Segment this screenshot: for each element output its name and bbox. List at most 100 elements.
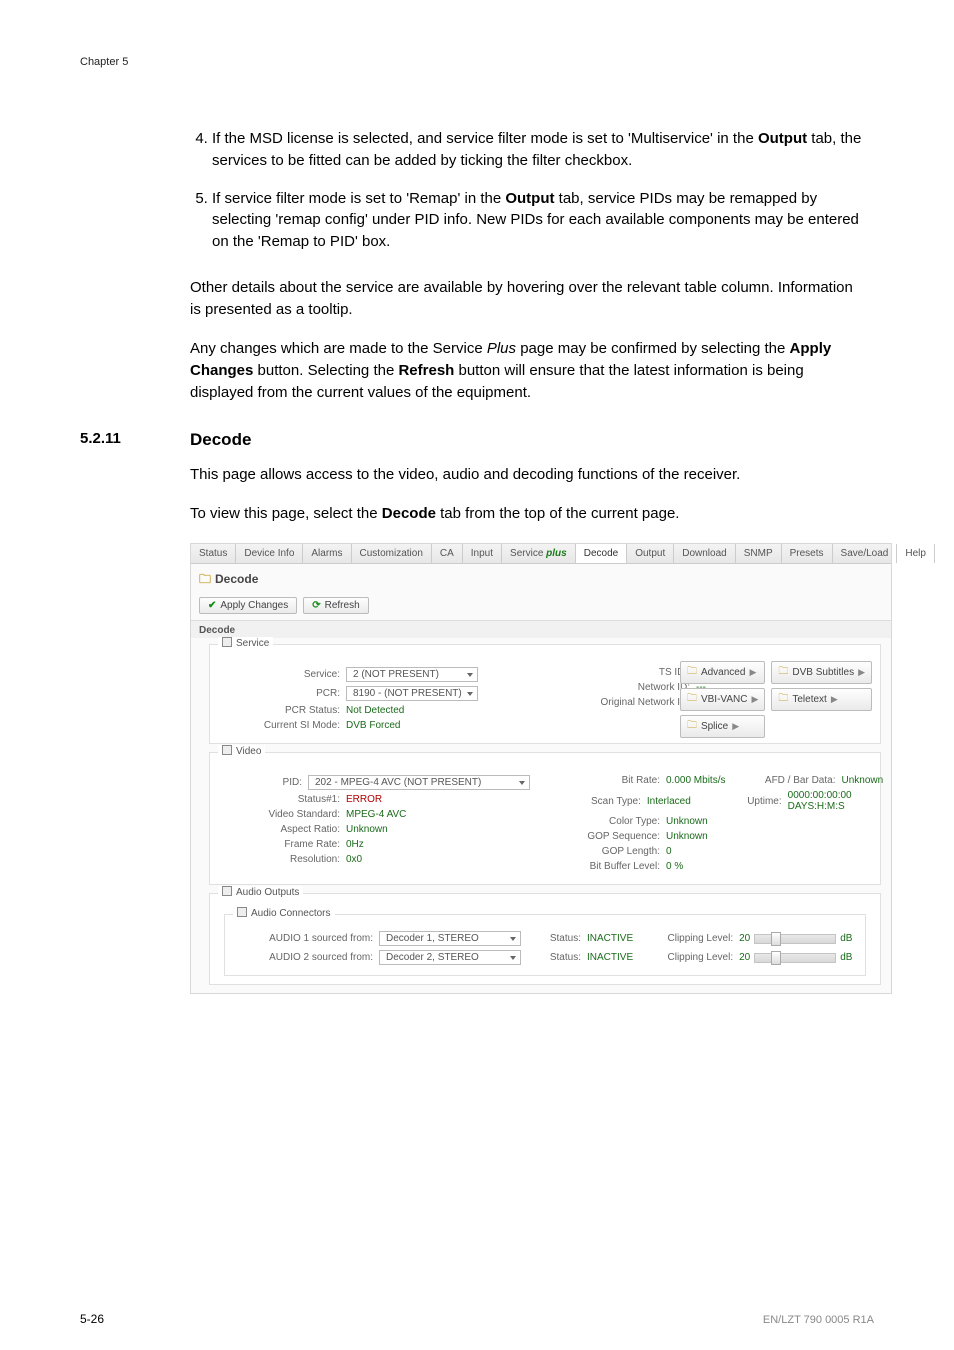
- chevron-right-icon: ▶: [751, 694, 758, 705]
- splice-button[interactable]: 🗀Splice ▶: [680, 715, 765, 738]
- service-select[interactable]: 2 (NOT PRESENT): [346, 667, 478, 682]
- label: AUDIO 1 sourced from:: [233, 933, 379, 944]
- label: Current SI Mode:: [220, 720, 346, 731]
- paragraph: Any changes which are made to the Servic…: [190, 338, 866, 403]
- panel-title: 🗀 Decode: [191, 564, 891, 593]
- label: DVB Subtitles: [792, 667, 854, 678]
- legend: Audio Connectors: [233, 907, 335, 919]
- folder-icon: 🗀: [687, 691, 697, 708]
- list-item: If service filter mode is set to 'Remap'…: [212, 188, 866, 253]
- box-icon: [237, 907, 247, 917]
- text: Audio Outputs: [236, 887, 299, 898]
- bold-decode: Decode: [382, 505, 436, 522]
- refresh-button[interactable]: ⟳ Refresh: [303, 597, 368, 614]
- box-icon: [222, 637, 232, 647]
- label: Status:: [521, 933, 587, 944]
- tab-service-plus[interactable]: Service plus: [502, 544, 576, 563]
- value: Unknown: [346, 824, 388, 835]
- unit: dB: [840, 933, 852, 944]
- text: Any changes which are made to the Servic…: [190, 340, 487, 357]
- bold-output: Output: [758, 130, 807, 147]
- tab-help[interactable]: Help: [897, 544, 935, 563]
- label: PID:: [220, 777, 308, 788]
- label: Aspect Ratio:: [220, 824, 346, 835]
- label: Status#1:: [220, 794, 346, 805]
- clipping-slider[interactable]: [754, 934, 836, 944]
- label: GOP Sequence:: [550, 831, 666, 842]
- label: Teletext: [792, 694, 826, 705]
- chevron-right-icon: ▶: [749, 667, 756, 678]
- label: AFD / Bar Data:: [725, 775, 841, 786]
- folder-icon: 🗀: [687, 664, 697, 681]
- bold-output: Output: [505, 190, 554, 207]
- tab-ca[interactable]: CA: [432, 544, 463, 563]
- tab-customization[interactable]: Customization: [352, 544, 432, 563]
- tab-snmp[interactable]: SNMP: [736, 544, 782, 563]
- label: Network ID:: [550, 682, 696, 693]
- value: 0x0: [346, 854, 362, 865]
- bold-refresh: Refresh: [398, 362, 454, 379]
- audio2-source-select[interactable]: Decoder 2, STEREO: [379, 950, 521, 965]
- label: Bit Buffer Level:: [550, 861, 666, 872]
- section-number: 5.2.11: [80, 430, 190, 450]
- value: 20: [739, 933, 750, 944]
- tab-presets[interactable]: Presets: [782, 544, 833, 563]
- folder-icon: 🗀: [199, 572, 211, 586]
- value: 20: [739, 952, 750, 963]
- text: Service: [236, 638, 269, 649]
- label: Status:: [521, 952, 587, 963]
- label: Frame Rate:: [220, 839, 346, 850]
- label: Uptime:: [691, 796, 788, 807]
- folder-icon: 🗀: [687, 718, 697, 735]
- pcr-select[interactable]: 8190 - (NOT PRESENT): [346, 686, 478, 701]
- value: Unknown: [841, 775, 883, 786]
- teletext-button[interactable]: 🗀Teletext ▶: [771, 688, 872, 711]
- tab-output[interactable]: Output: [627, 544, 674, 563]
- refresh-icon: ⟳: [312, 600, 320, 611]
- tab-status[interactable]: Status: [191, 544, 236, 563]
- tab-alarms[interactable]: Alarms: [303, 544, 351, 563]
- label: Original Network ID:: [550, 697, 696, 708]
- value: 0.000 Mbits/s: [666, 775, 725, 786]
- label: Video Standard:: [220, 809, 346, 820]
- box-icon: [222, 745, 232, 755]
- label: PCR Status:: [220, 705, 346, 716]
- value: Unknown: [666, 831, 708, 842]
- label: Color Type:: [550, 816, 666, 827]
- label: VBI-VANC: [701, 694, 748, 705]
- text: Decode: [215, 572, 258, 586]
- folder-icon: 🗀: [778, 691, 788, 708]
- legend: Audio Outputs: [218, 886, 303, 898]
- video-fieldset: Video PID:202 - MPEG-4 AVC (NOT PRESENT)…: [209, 752, 881, 885]
- audio1-source-select[interactable]: Decoder 1, STEREO: [379, 931, 521, 946]
- tab-decode[interactable]: Decode: [576, 544, 627, 563]
- section-title: Decode: [190, 430, 251, 450]
- value: Not Detected: [346, 705, 404, 716]
- label: Resolution:: [220, 854, 346, 865]
- apply-changes-button[interactable]: ✔ Apply Changes: [199, 597, 297, 614]
- vbi-vanc-button[interactable]: 🗀 VBI-VANC ▶: [680, 688, 765, 711]
- label: AUDIO 2 sourced from:: [233, 952, 379, 963]
- folder-icon: 🗀: [778, 664, 788, 681]
- tab-save-load[interactable]: Save/Load: [833, 544, 898, 563]
- label: Refresh: [325, 600, 360, 611]
- text: Audio Connectors: [251, 908, 331, 919]
- dvb-subtitles-button[interactable]: 🗀DVB Subtitles ▶: [771, 661, 872, 684]
- slider-thumb[interactable]: [771, 932, 781, 946]
- advanced-button[interactable]: 🗀Advanced ▶: [680, 661, 765, 684]
- box-icon: [222, 886, 232, 896]
- label: TS ID :: [550, 667, 696, 678]
- clipping-slider[interactable]: [754, 953, 836, 963]
- value: 0000:00:00:00 DAYS:H:M:S: [788, 790, 890, 812]
- paragraph: Other details about the service are avai…: [190, 277, 866, 321]
- video-pid-select[interactable]: 202 - MPEG-4 AVC (NOT PRESENT): [308, 775, 530, 790]
- decode-section-label: Decode: [191, 620, 891, 638]
- tab-device-info[interactable]: Device Info: [236, 544, 303, 563]
- tab-download[interactable]: Download: [674, 544, 735, 563]
- value: MPEG-4 AVC: [346, 809, 406, 820]
- slider-thumb[interactable]: [771, 951, 781, 965]
- value: INACTIVE: [587, 952, 633, 963]
- tab-input[interactable]: Input: [463, 544, 502, 563]
- unit: dB: [840, 952, 852, 963]
- audio-row: AUDIO 1 sourced from: Decoder 1, STEREO …: [233, 931, 857, 946]
